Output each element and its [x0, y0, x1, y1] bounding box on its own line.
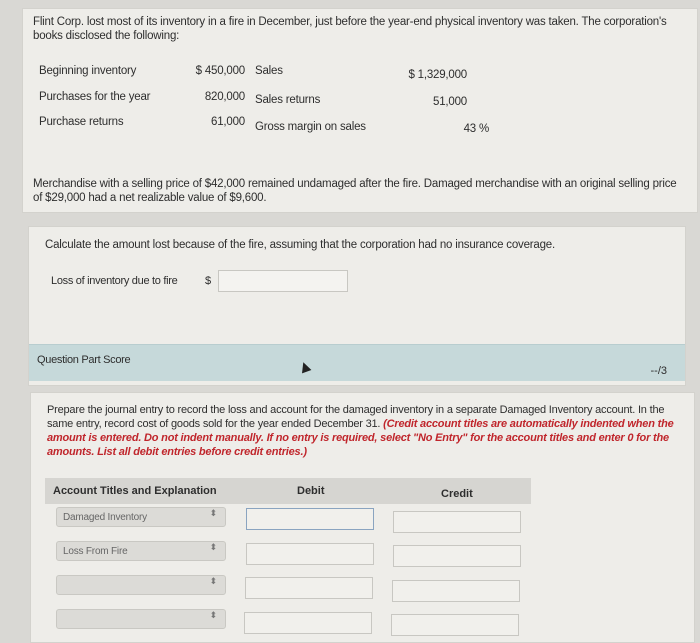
purchases-label: Purchases for the year: [39, 91, 151, 103]
gross-margin-label: Gross margin on sales: [255, 121, 366, 133]
purchase-returns-value: 61,000: [211, 116, 245, 128]
purchases-value: 820,000: [204, 91, 245, 103]
journal-table-header: Account Titles and Explanation Debit Cre…: [45, 478, 531, 504]
debit-input[interactable]: [245, 577, 373, 599]
sales-value: $ 1,329,000: [408, 69, 467, 81]
account-select[interactable]: ⬍: [56, 575, 226, 595]
purchase-returns-label: Purchase returns: [39, 116, 124, 128]
loss-label: Loss of inventory due to fire: [51, 275, 178, 287]
debit-input[interactable]: [246, 508, 374, 530]
score-value: --/3: [650, 365, 668, 377]
part1-prompt: Calculate the amount lost because of the…: [45, 239, 556, 251]
account-select[interactable]: ⬍: [56, 609, 226, 629]
score-label: Question Part Score: [37, 354, 131, 366]
credit-input[interactable]: [393, 511, 521, 533]
loss-amount-input[interactable]: [218, 270, 348, 292]
beginning-inventory-label: Beginning inventory: [39, 65, 137, 77]
account-select[interactable]: Damaged Inventory ⬍: [56, 507, 226, 527]
debit-input[interactable]: [246, 543, 374, 565]
header-credit: Credit: [441, 488, 473, 500]
currency-symbol: $: [205, 275, 212, 287]
account-select-value: Loss From Fire: [63, 546, 128, 557]
question-part-score-bar: Question Part Score --/3: [29, 344, 685, 381]
account-select-value: Damaged Inventory: [63, 512, 147, 523]
select-arrow-icon: ⬍: [209, 576, 218, 586]
select-arrow-icon: ⬍: [209, 542, 218, 552]
part1-panel: Calculate the amount lost because of the…: [28, 226, 686, 386]
select-arrow-icon: ⬍: [209, 610, 218, 620]
select-arrow-icon: ⬍: [209, 508, 218, 518]
gross-margin-value: 43 %: [463, 123, 490, 135]
header-account: Account Titles and Explanation: [53, 485, 217, 497]
merchandise-text: Merchandise with a selling price of $42,…: [33, 178, 677, 204]
beginning-inventory-value: $ 450,000: [195, 65, 246, 77]
problem-intro: Flint Corp. lost most of its inventory i…: [33, 16, 667, 42]
part2-panel: Prepare the journal entry to record the …: [30, 392, 695, 643]
journal-instructions: Prepare the journal entry to record the …: [47, 403, 687, 459]
sales-returns-label: Sales returns: [255, 94, 321, 106]
credit-input[interactable]: [392, 580, 520, 602]
credit-input[interactable]: [393, 545, 521, 567]
sales-label: Sales: [255, 65, 283, 77]
account-select[interactable]: Loss From Fire ⬍: [56, 541, 226, 561]
credit-input[interactable]: [391, 614, 519, 636]
problem-panel: Flint Corp. lost most of its inventory i…: [22, 8, 698, 213]
sales-returns-value: 51,000: [433, 96, 467, 108]
debit-input[interactable]: [244, 612, 372, 634]
header-debit: Debit: [297, 485, 325, 497]
